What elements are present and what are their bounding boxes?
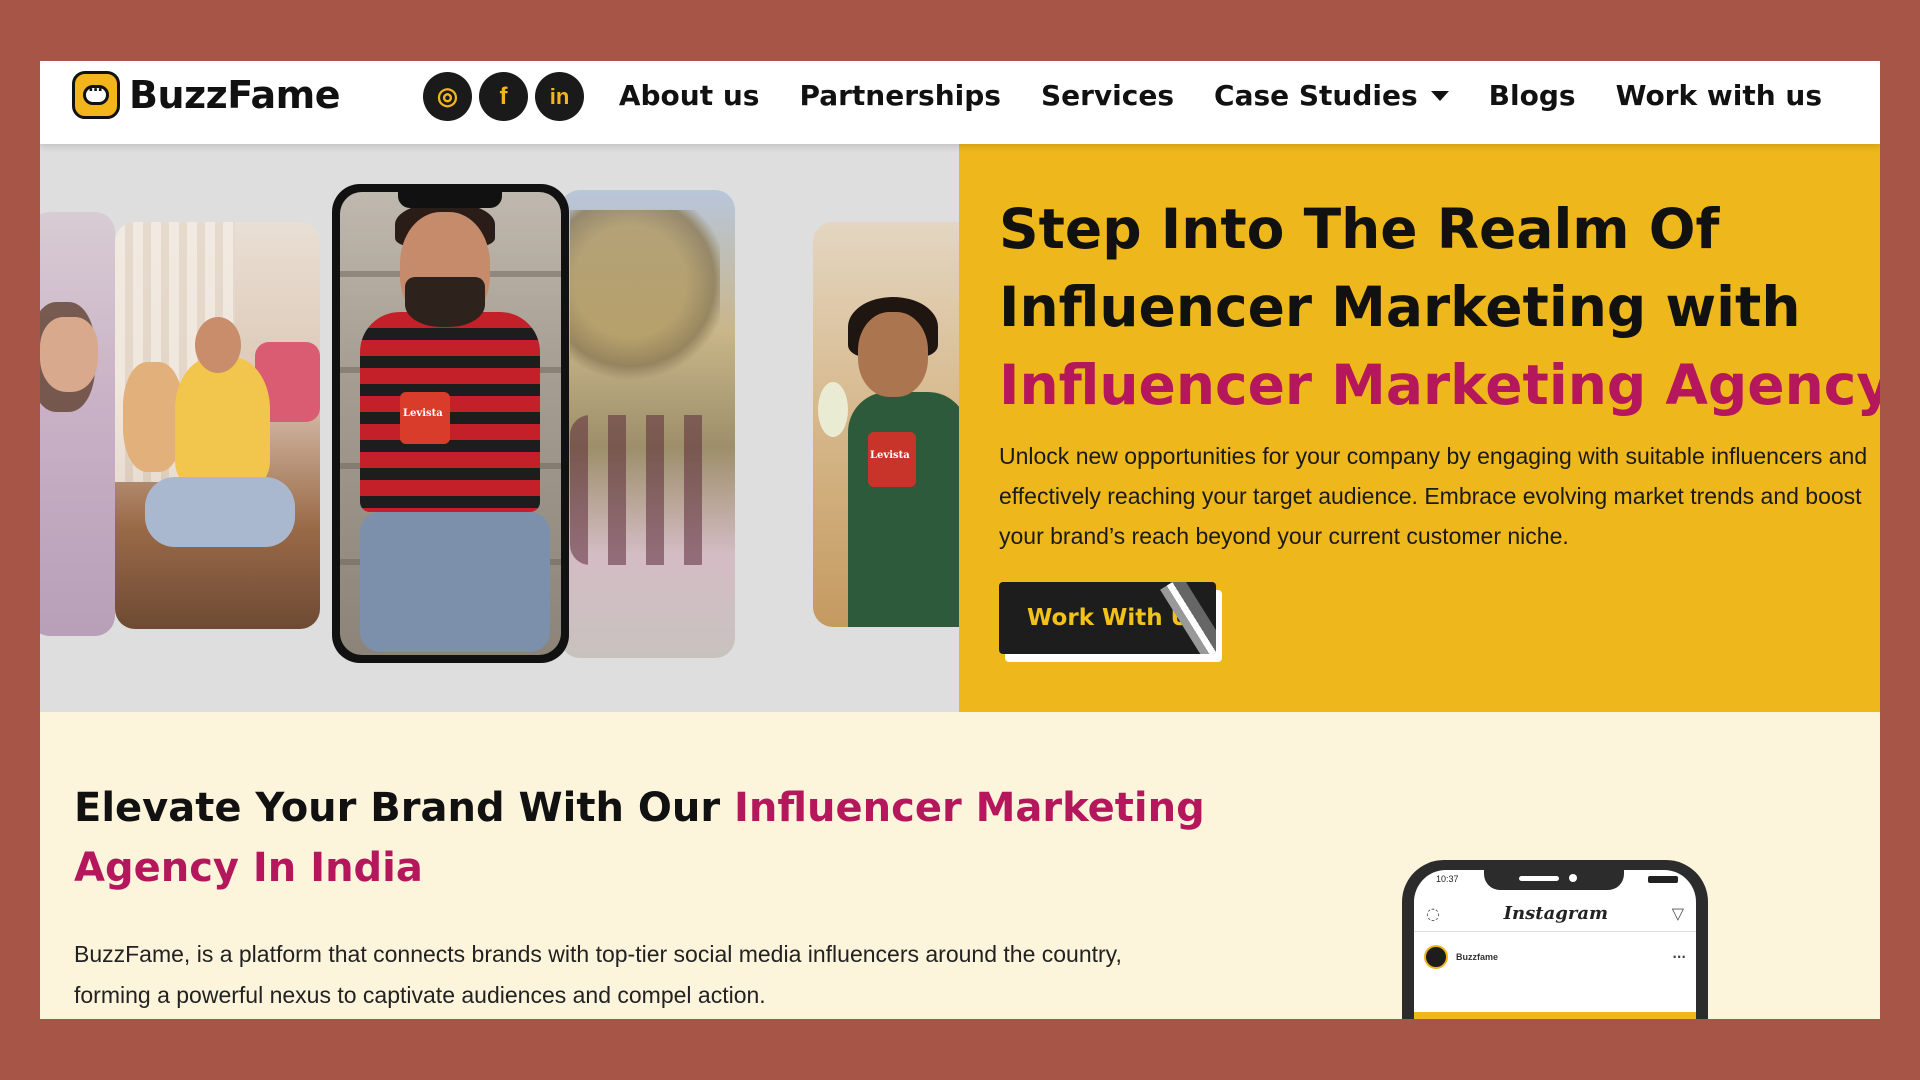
work-with-us-button[interactable]: Work With Us: [999, 582, 1216, 654]
hero-description-line-3: your brand’s reach beyond your current c…: [999, 523, 1569, 549]
avatar: [1424, 945, 1448, 969]
hero-title-line-1: Step Into The Realm Of: [999, 197, 1720, 261]
hero-title: Step Into The Realm Of Influencer Market…: [999, 190, 1880, 424]
section-description-line-1: BuzzFame, is a platform that connects br…: [74, 941, 1122, 967]
hero-description-line-2: effectively reaching your target audienc…: [999, 483, 1862, 509]
carousel-card-4: [560, 190, 735, 658]
more-icon: ···: [1672, 950, 1686, 964]
main-nav: About us Partnerships Services Case Stud…: [619, 79, 1822, 112]
linkedin-icon[interactable]: in: [535, 72, 584, 121]
section-description: BuzzFame, is a platform that connects br…: [74, 934, 1254, 1016]
nav-about[interactable]: About us: [619, 79, 760, 112]
nav-case-studies[interactable]: Case Studies: [1214, 79, 1449, 112]
instagram-header: ◌ Instagram ▽: [1414, 896, 1696, 932]
nav-blogs[interactable]: Blogs: [1489, 79, 1576, 112]
carousel-card-1: [40, 212, 115, 636]
browser-viewport: BuzzFame ◎ f in About us Partnerships Se…: [40, 61, 1880, 1019]
status-icons: [1648, 876, 1678, 883]
phone-time: 10:37: [1436, 874, 1459, 884]
section-title-accent-2: Agency In India: [74, 845, 423, 891]
camera-icon: ◌: [1426, 904, 1440, 923]
brand-name: BuzzFame: [129, 73, 341, 117]
section-title: Elevate Your Brand With Our Influencer M…: [74, 778, 1205, 898]
phone-notch: [1484, 870, 1624, 890]
carousel-card-2: [115, 222, 320, 629]
instagram-phone-mockup: 10:37 ◌ Instagram ▽ Buzzfame ···: [1402, 860, 1708, 1019]
instagram-post-header: Buzzfame ···: [1414, 942, 1696, 972]
send-icon: ▽: [1671, 904, 1684, 923]
cta-container: Work With Us: [999, 582, 1222, 662]
about-section: Elevate Your Brand With Our Influencer M…: [40, 712, 1880, 1019]
nav-case-studies-label: Case Studies: [1214, 79, 1418, 112]
section-description-line-2: forming a powerful nexus to captivate au…: [74, 982, 766, 1008]
hero-description-line-1: Unlock new opportunities for your compan…: [999, 443, 1868, 469]
section-title-plain: Elevate Your Brand With Our: [74, 785, 735, 831]
post-image: [1414, 1012, 1696, 1019]
logo-icon: [72, 71, 120, 119]
nav-work-with-us[interactable]: Work with us: [1616, 79, 1822, 112]
post-username: Buzzfame: [1456, 952, 1499, 962]
mug-label-2: Levista: [870, 450, 910, 461]
influencer-carousel[interactable]: Levista Levista: [40, 144, 959, 712]
hero-title-accent: Influencer Marketing Agency!: [999, 353, 1880, 417]
carousel-card-featured-phone: Levista: [332, 184, 569, 663]
chevron-down-icon: [1430, 90, 1449, 101]
social-links: ◎ f in: [423, 72, 584, 121]
site-header: BuzzFame ◎ f in About us Partnerships Se…: [40, 61, 1880, 144]
hero-panel: Step Into The Realm Of Influencer Market…: [959, 144, 1880, 712]
carousel-card-5: Levista: [813, 222, 959, 627]
brand-logo[interactable]: BuzzFame: [72, 71, 341, 119]
mug-label: Levista: [403, 408, 443, 419]
nav-services[interactable]: Services: [1041, 79, 1174, 112]
instagram-title: Instagram: [1503, 903, 1609, 924]
facebook-icon[interactable]: f: [479, 72, 528, 121]
section-title-accent-1: Influencer Marketing: [734, 785, 1205, 831]
hero-description: Unlock new opportunities for your compan…: [999, 436, 1880, 556]
instagram-icon[interactable]: ◎: [423, 72, 472, 121]
hero-title-line-2: Influencer Marketing with: [999, 275, 1801, 339]
nav-partnerships[interactable]: Partnerships: [799, 79, 1001, 112]
